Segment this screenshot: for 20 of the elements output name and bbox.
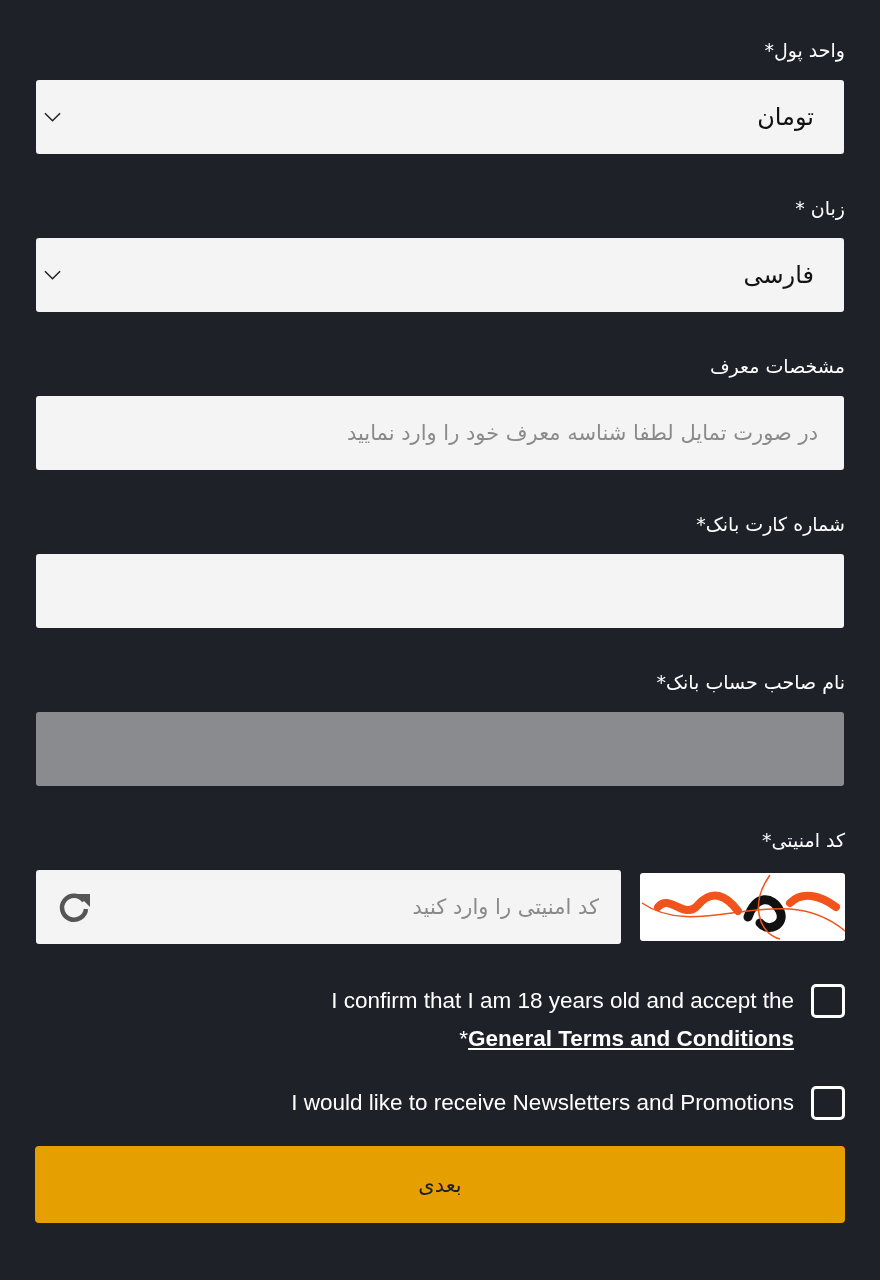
agreement-text: I confirm that I am 18 years old and accept the General Terms and Conditions *: [330, 987, 794, 1053]
field-label: شماره کارت بانک*: [696, 512, 845, 538]
text-input[interactable]: در صورت تمایل لطفا شناسه معرف خود را وارد نمایید: [36, 396, 844, 470]
field-label: مشخصات معرف: [709, 354, 845, 380]
field-label: نام صاحب حساب بانک*: [656, 670, 845, 696]
text-input[interactable]: [36, 554, 844, 628]
field-label: واحد پول*: [764, 38, 845, 64]
dropdown-select[interactable]: فارسی: [36, 238, 844, 312]
refresh-icon[interactable]: [57, 890, 91, 924]
field-label: زبان *: [795, 196, 845, 222]
agreement-text: I would like to receive Newsletters and Promotions: [291, 1089, 794, 1117]
captcha-input[interactable]: کد امنیتی را وارد کنید: [36, 870, 621, 944]
field-label: کد امنیتی*: [761, 828, 845, 853]
next-button[interactable]: بعدی: [35, 1146, 845, 1223]
dropdown-select[interactable]: تومان: [36, 80, 844, 154]
terms-link[interactable]: General Terms and Conditions: [468, 1026, 794, 1051]
chevron-down-icon: [44, 112, 61, 122]
checkbox[interactable]: [811, 1086, 845, 1120]
chevron-down-icon: [44, 270, 61, 280]
checkbox[interactable]: [811, 984, 845, 1018]
